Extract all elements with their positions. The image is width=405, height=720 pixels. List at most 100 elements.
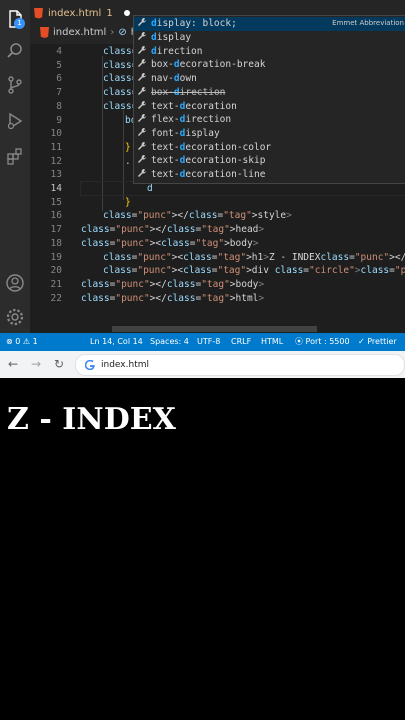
language-mode[interactable]: HTML	[261, 333, 283, 351]
code-line: class="punc"><class="tag">div class="cir…	[103, 265, 405, 277]
line-number: 13	[50, 169, 62, 181]
line-number: 20	[50, 265, 62, 277]
wrench-icon	[134, 31, 151, 44]
line-number: 15	[50, 196, 62, 208]
tab-index-html[interactable]: index.html 1	[34, 3, 130, 23]
browser-toolbar: ← → ↻ index.html	[0, 351, 405, 379]
element-icon: ⊘	[118, 27, 127, 38]
wrench-icon	[134, 154, 151, 167]
suggestion-item[interactable]: box-decoration-break	[134, 58, 405, 72]
suggestion-label: text-decoration-line	[151, 169, 266, 181]
page-heading: Z - INDEX	[7, 402, 176, 437]
wrench-icon	[134, 127, 151, 140]
broadcast-icon: ⦿	[295, 337, 303, 346]
code-line: class="punc"></class="tag">html>	[81, 292, 265, 304]
breadcrumb-file[interactable]: index.html	[53, 27, 106, 38]
line-number: 12	[50, 155, 62, 167]
suggestion-label: nav-down	[151, 73, 197, 85]
suggestion-item[interactable]: flex-direction	[134, 113, 405, 127]
error-count: 0	[15, 337, 21, 346]
code-line: }	[125, 141, 131, 153]
back-icon[interactable]: ←	[6, 357, 20, 371]
rendered-page: Z - INDEX	[0, 378, 405, 720]
source-control-icon[interactable]	[4, 74, 26, 96]
wrench-icon	[134, 113, 151, 126]
suggestion-label: text-decoration	[151, 100, 237, 112]
line-number: 14	[50, 183, 62, 194]
prettier-status[interactable]: ✓ Prettier	[358, 333, 397, 351]
forward-icon[interactable]: →	[29, 357, 43, 371]
line-number: 6	[56, 73, 62, 85]
wrench-icon	[134, 141, 151, 154]
line-ending[interactable]: CRLF	[231, 333, 251, 351]
suggestion-item[interactable]: text-decoration-color	[134, 140, 405, 154]
code-line: d	[147, 183, 153, 194]
reload-icon[interactable]: ↻	[52, 357, 66, 371]
vscode-window: 1 index.html 1 index.html › ⊘ 4 class 5 …	[0, 0, 405, 333]
suggestion-item[interactable]: text-decoration	[134, 99, 405, 113]
live-server-port[interactable]: ⦿ Port : 5500	[295, 333, 350, 351]
indentation[interactable]: Spaces: 4	[150, 333, 189, 351]
code-line: class="punc"></class="tag">style>	[103, 210, 292, 222]
line-number: 16	[50, 210, 62, 222]
line-number: 9	[56, 114, 62, 126]
suggestion-item[interactable]: text-decoration-line	[134, 168, 405, 182]
status-bar: ⊗ 0 ⚠ 1 Ln 14, Col 14 Spaces: 4 UTF-8 CR…	[0, 333, 405, 351]
line-number: 17	[50, 224, 62, 236]
html-file-icon	[34, 7, 43, 19]
suggestion-item[interactable]: display	[134, 31, 405, 45]
suggestion-label: display	[151, 32, 192, 44]
suggestion-label: text-decoration-skip	[151, 155, 266, 167]
error-icon: ⊗	[6, 337, 13, 346]
extensions-icon[interactable]	[4, 145, 26, 167]
wrench-icon	[134, 72, 151, 85]
code-line: .	[125, 155, 131, 167]
code-line: }	[125, 196, 131, 208]
prettier-label: Prettier	[367, 337, 397, 346]
suggestion-widget[interactable]: display: block; display direction box-decor…	[133, 15, 405, 184]
suggestion-label: font-display	[151, 127, 220, 139]
problems-indicator[interactable]: ⊗ 0 ⚠ 1	[6, 333, 38, 351]
unsaved-dot-icon[interactable]	[123, 10, 130, 16]
suggestion-label: direction	[151, 45, 203, 57]
run-debug-icon[interactable]	[4, 110, 26, 132]
address-bar[interactable]: index.html	[75, 354, 405, 376]
code-line: class="punc"><class="tag">body>	[81, 237, 259, 249]
suggestion-item[interactable]: box-direction	[134, 86, 405, 100]
account-icon[interactable]	[4, 272, 26, 294]
suggestion-label: display: block;	[151, 18, 237, 30]
html-file-icon	[40, 27, 49, 38]
port-label: Port : 5500	[305, 337, 350, 346]
suggestion-label: flex-direction	[151, 114, 232, 126]
suggestion-label: text-decoration-color	[151, 141, 272, 153]
breadcrumb: index.html › ⊘ ht	[40, 27, 141, 38]
cursor-position[interactable]: Ln 14, Col 14	[90, 333, 143, 351]
settings-gear-icon[interactable]	[4, 306, 26, 328]
line-number: 21	[50, 278, 62, 290]
code-line: class="punc"></class="tag">head>	[81, 224, 265, 236]
wrench-icon	[134, 45, 151, 58]
line-number: 19	[50, 251, 62, 263]
line-number: 4	[56, 46, 62, 57]
wrench-icon	[134, 100, 151, 113]
suggestion-item[interactable]: font-display	[134, 127, 405, 141]
warning-count: 1	[32, 337, 38, 346]
wrench-icon	[134, 17, 151, 30]
warning-icon: ⚠	[22, 337, 31, 346]
tab-label: index.html	[48, 7, 102, 19]
suggestion-item[interactable]: direction	[134, 44, 405, 58]
suggestion-item[interactable]: text-decoration-skip	[134, 154, 405, 168]
suggestion-detail: Emmet Abbreviation	[332, 19, 404, 27]
code-line: class="punc"></class="tag">body>	[81, 278, 265, 290]
line-number: 7	[56, 87, 62, 99]
search-icon[interactable]	[4, 40, 26, 62]
line-number: 5	[56, 59, 62, 71]
suggestion-label: box-direction	[151, 86, 226, 98]
line-number: 10	[50, 128, 62, 140]
encoding[interactable]: UTF-8	[197, 333, 220, 351]
suggestion-item[interactable]: nav-down	[134, 72, 405, 86]
tab-problem-count: 1	[106, 7, 113, 19]
horizontal-scrollbar[interactable]	[112, 326, 317, 332]
line-number: 18	[50, 237, 62, 249]
code-line: class="punc"><class="tag">h1>Z - INDEXcl…	[103, 251, 405, 263]
